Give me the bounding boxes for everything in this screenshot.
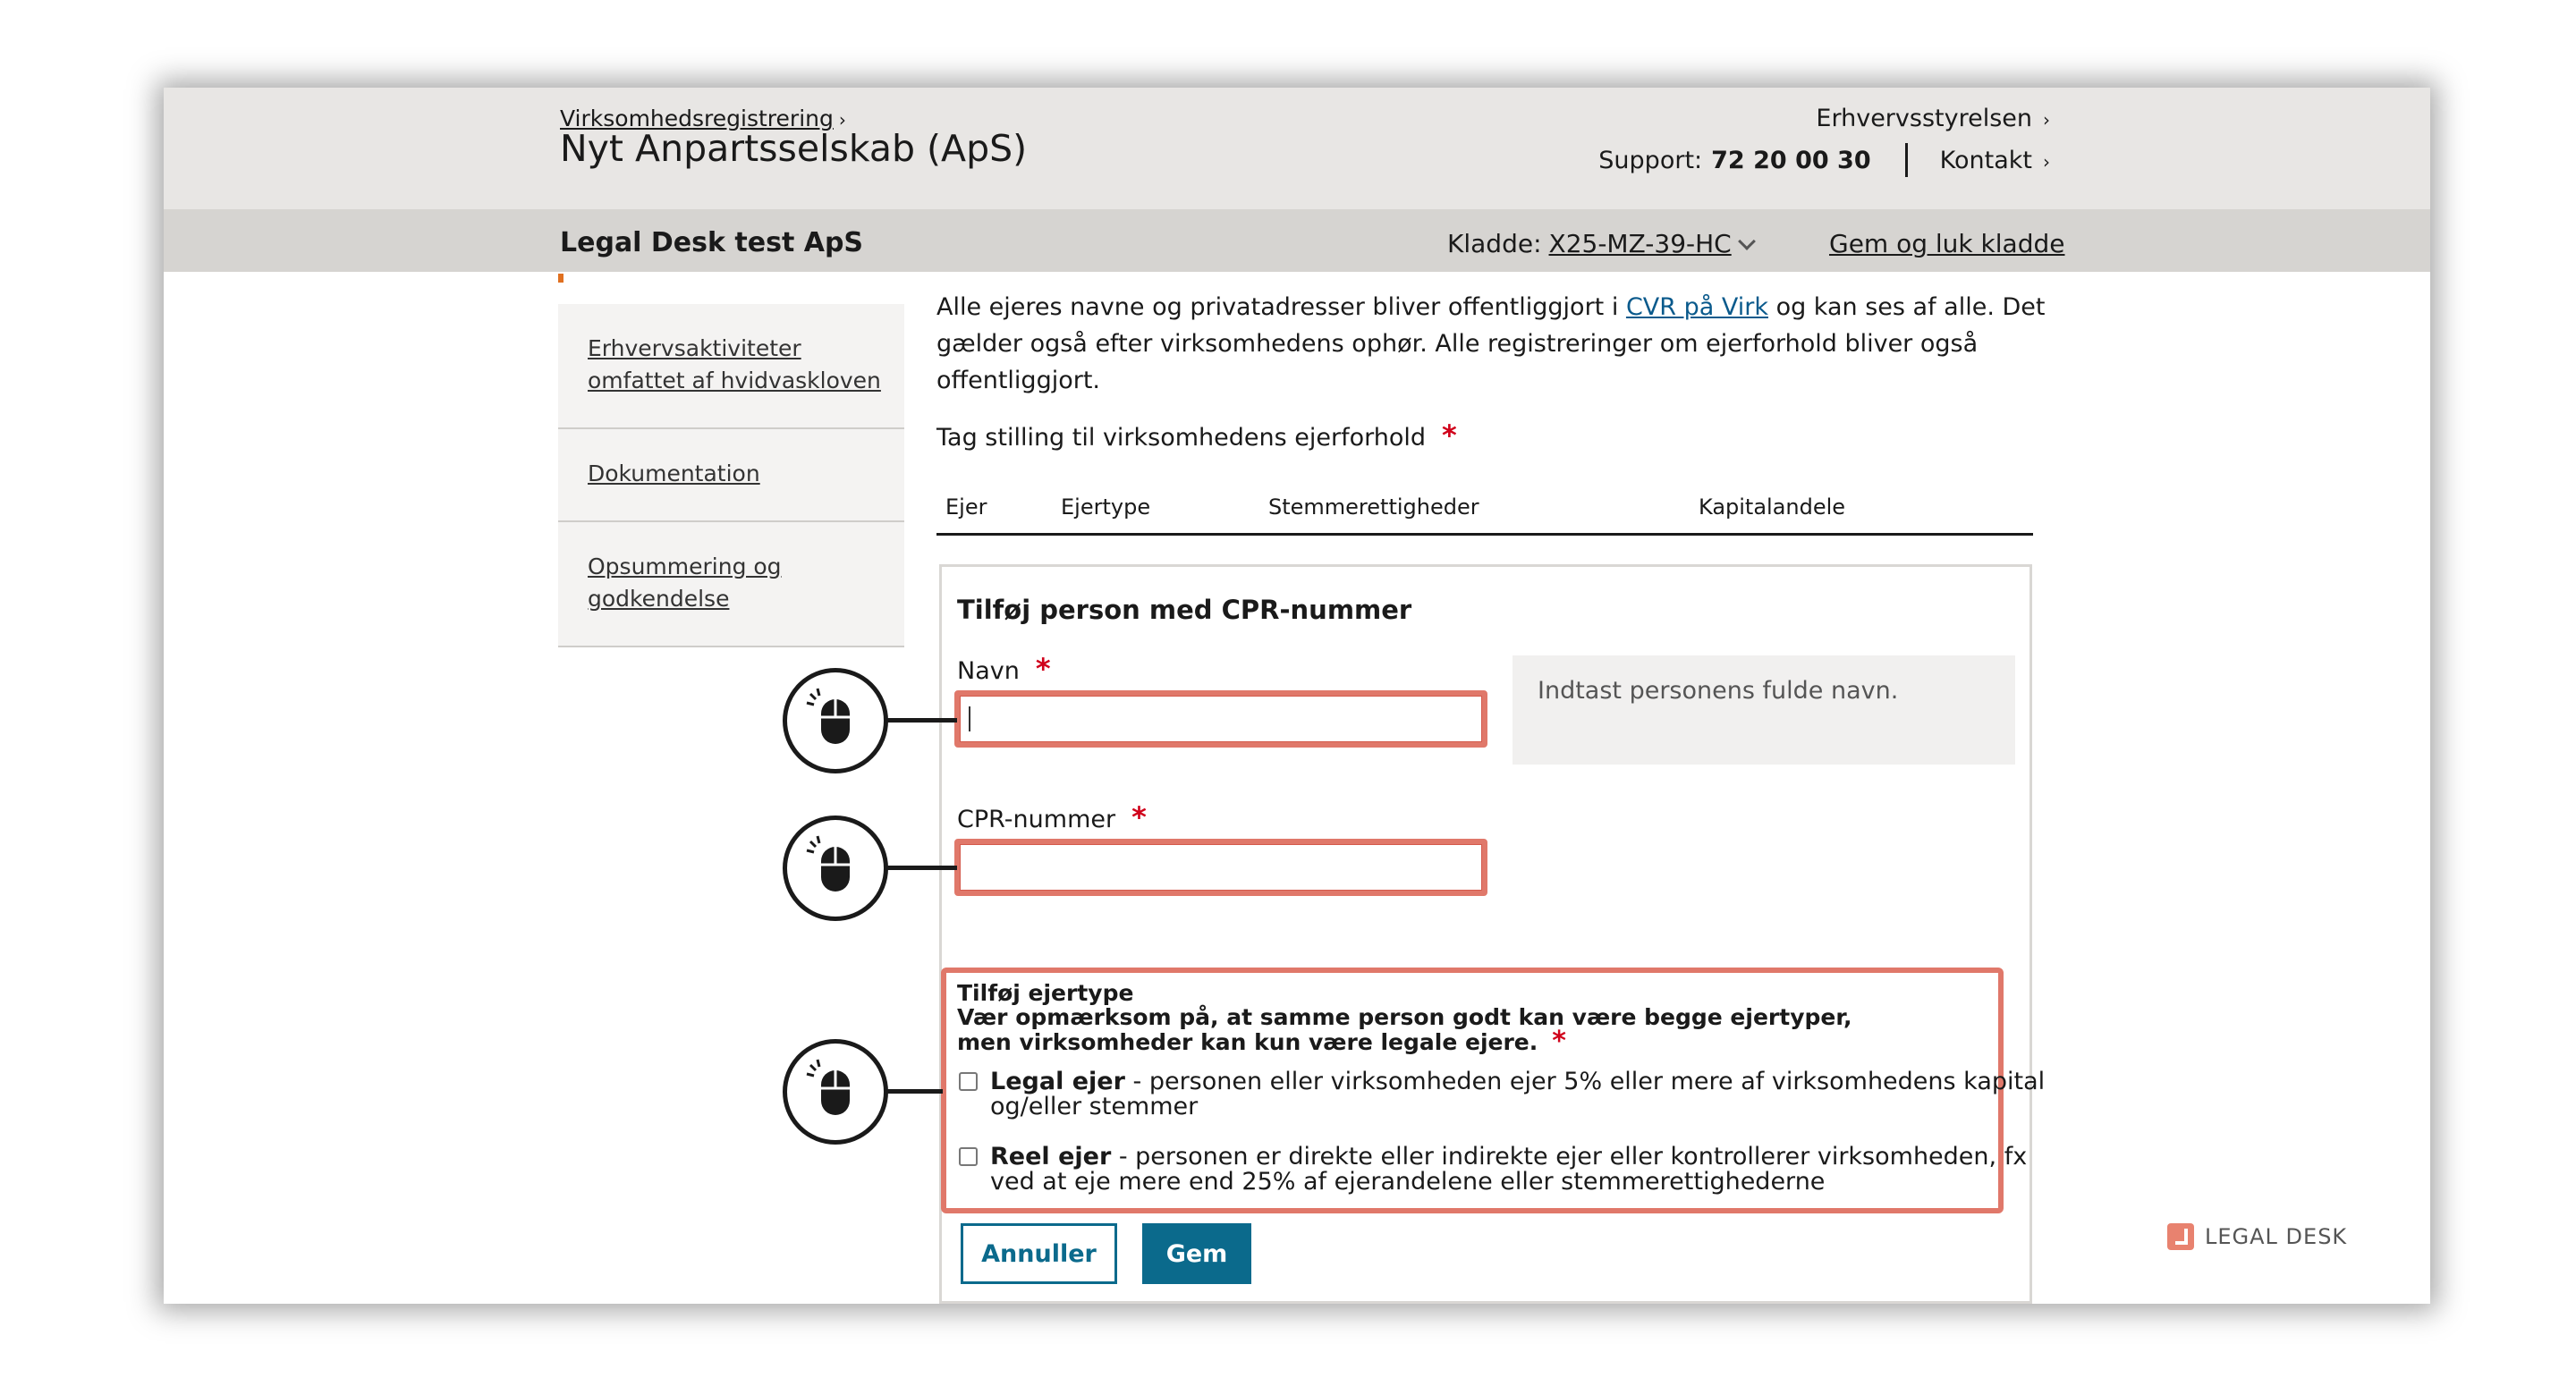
ownership-question: Tag stilling til virksomhedens ejerforho… (936, 418, 2198, 452)
chevron-right-icon: › (2043, 109, 2050, 131)
real-owner-title: Reel ejer (990, 1143, 1112, 1170)
required-asterisk: * (1442, 418, 1457, 452)
callout-connector (886, 866, 957, 870)
real-owner-checkbox[interactable] (959, 1147, 978, 1166)
divider (1904, 143, 1908, 177)
intro-text-part: offentliggjort. (936, 367, 1101, 394)
name-label: Navn * (957, 652, 1051, 686)
main-content: Alle ejeres navne og privatadresser bliv… (936, 289, 2198, 452)
sidebar-item-opsummering[interactable]: Opsummering og godkendelse (558, 522, 904, 647)
mouse-click-icon (783, 1039, 888, 1145)
save-close-draft-link[interactable]: Gem og luk kladde (1829, 229, 2064, 258)
callout-connector (886, 718, 957, 723)
ownership-question-label: Tag stilling til virksomhedens ejerforho… (936, 424, 1427, 452)
real-owner-desc: - personen er direkte eller indirekte ej… (1111, 1143, 2028, 1170)
cpr-label: CPR-nummer * (957, 800, 1147, 834)
name-input[interactable] (954, 690, 1487, 748)
name-label-text: Navn (957, 657, 1020, 685)
add-person-title: Tilføj person med CPR-nummer (957, 595, 1412, 625)
draft-code: X25-MZ-39-HC (1548, 229, 1732, 258)
owner-type-heading: Tilføj ejertype Vær opmærksom på, at sam… (957, 980, 1852, 1057)
legal-owner-checkbox[interactable] (959, 1072, 978, 1091)
legal-owner-title: Legal ejer (990, 1068, 1125, 1095)
company-name: Legal Desk test ApS (560, 227, 864, 258)
sidebar-item-dokumentation[interactable]: Dokumentation (558, 429, 904, 522)
column-header: Ejertype (1061, 494, 1151, 520)
legal-owner-option[interactable]: Legal ejer - personen eller virksomheden… (959, 1069, 2045, 1120)
mouse-click-icon (783, 816, 888, 921)
owner-type-note: Vær opmærksom på, at samme person godt k… (957, 1004, 1852, 1030)
intro-text-part: og kan ses af alle. Det (1767, 293, 2046, 321)
legal-desk-icon (2167, 1223, 2194, 1250)
intro-text: Alle ejeres navne og privatadresser bliv… (936, 289, 2198, 399)
text-caret (969, 706, 970, 731)
save-button[interactable]: Gem (1142, 1223, 1251, 1284)
column-header: Stemmerettigheder (1268, 494, 1479, 520)
cpr-input[interactable] (954, 839, 1487, 896)
legal-owner-desc: og/eller stemmer (990, 1093, 1199, 1120)
sub-header (164, 209, 2430, 272)
mouse-click-icon (783, 668, 888, 773)
contact-link-label: Kontakt (1939, 146, 2032, 174)
real-owner-desc: ved at eje mere end 25% af ejerandelene … (990, 1168, 1826, 1196)
cpr-label-text: CPR-nummer (957, 806, 1116, 833)
progress-indicator (558, 274, 564, 283)
support-contact-row: Support: 72 20 00 30 Kontakt › (1598, 143, 2050, 177)
page-title: Nyt Anpartsselskab (ApS) (560, 127, 1028, 170)
draft-selector[interactable]: Kladde: X25-MZ-39-HC (1447, 229, 1756, 258)
real-owner-text: Reel ejer - personen er direkte eller in… (990, 1145, 2027, 1195)
brand-name: LEGAL DESK (2205, 1224, 2348, 1249)
contact-link[interactable]: Kontakt › (1940, 147, 2050, 174)
draft-label: Kladde: (1447, 229, 1542, 258)
owner-type-note: men virksomheder kan kun være legale eje… (957, 1029, 1538, 1055)
legal-desk-logo: LEGAL DESK (2167, 1223, 2347, 1250)
sidebar-item-label: Dokumentation (588, 461, 760, 486)
sidebar-item-label: Erhvervsaktiviteter (588, 335, 801, 361)
real-owner-option[interactable]: Reel ejer - personen er direkte eller in… (959, 1145, 2027, 1195)
owner-type-title: Tilføj ejertype (957, 980, 1134, 1006)
required-asterisk: * (1035, 652, 1051, 686)
top-header (164, 88, 2430, 209)
org-link-label: Erhvervsstyrelsen (1816, 105, 2032, 132)
support-label: Support: (1598, 146, 1703, 174)
column-header: Ejer (945, 494, 987, 520)
required-asterisk: * (1131, 800, 1147, 834)
legal-owner-text: Legal ejer - personen eller virksomheden… (990, 1069, 2045, 1120)
required-asterisk: * (1552, 1026, 1566, 1057)
column-header: Kapitalandele (1699, 494, 1846, 520)
legal-owner-desc: - personen eller virksomheden ejer 5% el… (1124, 1068, 2046, 1095)
intro-text-part: Alle ejeres navne og privatadresser bliv… (936, 293, 1626, 321)
sidebar-item-label: omfattet af hvidvaskloven (588, 368, 881, 393)
chevron-down-icon (1737, 232, 1756, 250)
callout-connector (886, 1089, 943, 1094)
cancel-button[interactable]: Annuller (961, 1223, 1117, 1284)
sidebar-nav: Erhvervsaktiviteter omfattet af hvidvask… (558, 304, 904, 647)
cvr-link[interactable]: CVR på Virk (1626, 293, 1768, 321)
name-hint: Indtast personens fulde navn. (1513, 655, 2015, 765)
intro-text-part: gælder også efter virksomhedens ophør. A… (936, 330, 1979, 358)
chevron-right-icon: › (2043, 150, 2050, 173)
sidebar-item-label: Opsummering og (588, 554, 782, 579)
support-number[interactable]: 72 20 00 30 (1711, 147, 1871, 174)
erhvervsstyrelsen-link[interactable]: Erhvervsstyrelsen › (1816, 105, 2050, 132)
sidebar-item-label: godkendelse (588, 586, 730, 612)
owners-table-header: Ejer Ejertype Stemmerettigheder Kapitala… (936, 487, 2033, 536)
sidebar-item-hvidvask[interactable]: Erhvervsaktiviteter omfattet af hvidvask… (558, 304, 904, 429)
